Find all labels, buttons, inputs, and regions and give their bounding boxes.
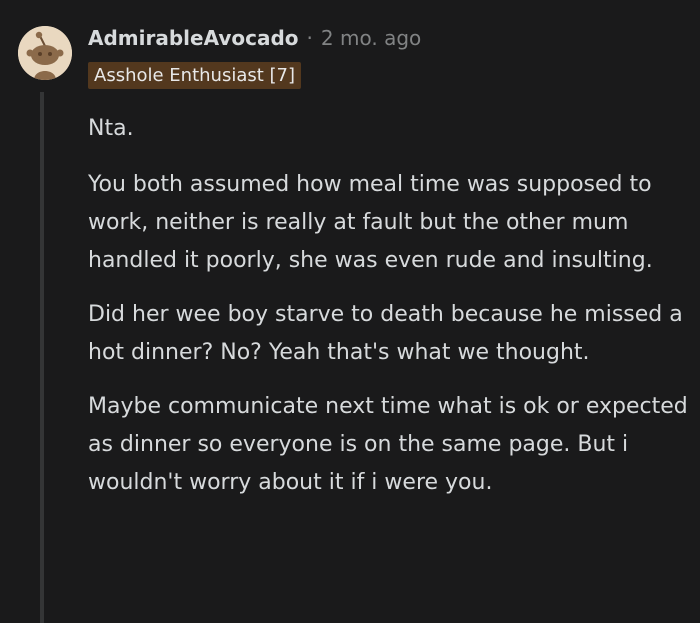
- comment-header: AdmirableAvocado · 2 mo. ago: [88, 24, 421, 52]
- comment-paragraph: Did her wee boy starve to death because …: [88, 302, 683, 365]
- meta-separator: ·: [306, 26, 313, 50]
- user-avatar[interactable]: [18, 26, 72, 80]
- comment-body: Nta. You both assumed how meal time was …: [88, 110, 688, 502]
- username-link[interactable]: AdmirableAvocado: [88, 26, 299, 50]
- timestamp-link[interactable]: 2 mo. ago: [321, 26, 421, 50]
- user-flair: Asshole Enthusiast [7]: [88, 62, 302, 89]
- comment-paragraph: You both assumed how meal time was suppo…: [88, 172, 653, 273]
- thread-line[interactable]: [40, 92, 44, 623]
- comment-paragraph: Maybe communicate next time what is ok o…: [88, 394, 688, 495]
- snoo-avatar-icon: [18, 26, 72, 80]
- comment-paragraph: Nta.: [88, 116, 134, 141]
